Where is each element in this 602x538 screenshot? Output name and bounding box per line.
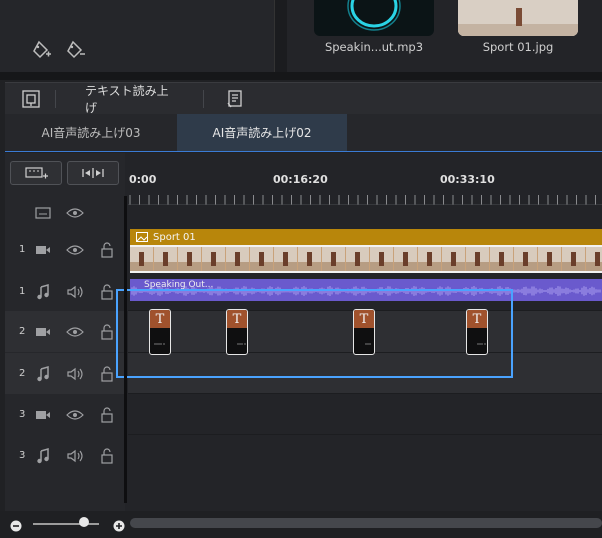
selection-rectangle	[116, 289, 513, 378]
track-number: 1	[19, 244, 26, 255]
eye-icon[interactable]	[66, 241, 84, 259]
lock-icon[interactable]	[98, 447, 116, 465]
toolbar-separator	[203, 90, 204, 108]
playhead[interactable]	[124, 196, 127, 503]
track-header-video-1: 1	[5, 229, 125, 270]
track-number: 2	[19, 368, 26, 379]
add-track-icon	[25, 167, 48, 179]
media-thumb-image[interactable]	[458, 0, 578, 36]
zoom-slider-track[interactable]	[33, 523, 99, 525]
eye-icon[interactable]	[66, 323, 84, 341]
zoom-out-icon[interactable]	[10, 517, 22, 536]
media-name-image: Sport 01.jpg	[482, 40, 554, 54]
lock-icon[interactable]	[98, 241, 116, 259]
ruler-ticks	[128, 195, 602, 205]
media-bin: Speakin...ut.mp3 Sport 01.jpg	[287, 0, 602, 72]
music-note-icon	[34, 365, 52, 383]
lock-icon[interactable]	[98, 406, 116, 424]
video-clip-title: Sport 01	[153, 231, 196, 243]
track-header-audio-2: 2	[5, 353, 125, 394]
toolbar-separator	[55, 90, 56, 108]
music-note-icon	[34, 283, 52, 301]
music-note-icon	[34, 447, 52, 465]
tab-ai-voice-03[interactable]: AI音声読み上げ03	[5, 114, 177, 151]
tab-label: AI音声読み上げ02	[212, 126, 312, 140]
snap-button[interactable]	[67, 161, 119, 185]
zoom-bar	[0, 511, 602, 538]
lock-icon[interactable]	[98, 283, 116, 301]
tab-bar: AI音声読み上げ03 AI音声読み上げ02	[5, 114, 602, 152]
track-header-video-2: 2	[5, 311, 125, 352]
time-ruler[interactable]: 0:00 00:16:20 00:33:10	[128, 167, 602, 212]
time-label: 0:00	[129, 173, 157, 186]
video-clip-sport[interactable]: Sport 01	[130, 229, 602, 275]
speaker-icon[interactable]	[66, 447, 84, 465]
video-camera-icon	[34, 323, 52, 341]
text-to-speech-label: テキスト読み上げ	[85, 84, 169, 115]
track-header-video-3: 3	[5, 394, 125, 435]
speaker-icon[interactable]	[66, 365, 84, 383]
track-number: 3	[19, 450, 26, 461]
zoom-slider-handle[interactable]	[79, 517, 89, 527]
video-clip-frames	[130, 245, 602, 273]
top-divider	[0, 72, 602, 80]
time-label: 00:16:20	[273, 173, 328, 186]
video-camera-icon	[34, 406, 52, 424]
speaker-icon[interactable]	[66, 283, 84, 301]
lock-icon[interactable]	[98, 365, 116, 383]
subtitle-edit-button[interactable]	[223, 87, 247, 111]
tab-ai-voice-02[interactable]: AI音声読み上げ02	[177, 114, 347, 151]
add-track-button[interactable]	[10, 161, 62, 185]
subtitle-track-icon[interactable]	[34, 204, 52, 222]
eye-icon[interactable]	[66, 204, 84, 222]
zoom-in-icon[interactable]	[113, 517, 125, 536]
eye-icon[interactable]	[66, 406, 84, 424]
snap-icon	[82, 168, 104, 178]
track-number: 1	[19, 286, 26, 297]
text-to-speech-button[interactable]: テキスト読み上げ	[85, 84, 175, 115]
video-camera-icon	[34, 241, 52, 259]
tab-label: AI音声読み上げ03	[41, 126, 141, 140]
fit-frame-icon	[22, 90, 40, 108]
track-header-column: 1 1 2 2 3 3	[5, 153, 125, 511]
lock-icon[interactable]	[98, 323, 116, 341]
time-label: 00:33:10	[440, 173, 495, 186]
media-area: Speakin...ut.mp3 Sport 01.jpg	[0, 0, 602, 80]
lane-divider	[128, 434, 602, 435]
media-thumb-audio[interactable]	[314, 0, 434, 36]
track-header-audio-1: 1	[5, 271, 125, 312]
image-icon	[136, 232, 148, 242]
left-panel	[0, 0, 275, 72]
fit-frame-button[interactable]	[19, 87, 43, 111]
media-name-audio: Speakin...ut.mp3	[324, 40, 424, 54]
track-header-audio-3: 3	[5, 435, 125, 476]
track-number: 3	[19, 409, 26, 420]
horizontal-scrollbar[interactable]	[130, 518, 602, 528]
timeline-toolbar: テキスト読み上げ	[5, 82, 602, 115]
video-clip-header: Sport 01	[130, 229, 602, 245]
track-number: 2	[19, 326, 26, 337]
lane-divider	[128, 393, 602, 394]
remove-marker-icon[interactable]	[64, 38, 88, 62]
add-marker-icon[interactable]	[30, 38, 54, 62]
document-edit-icon	[227, 90, 242, 108]
